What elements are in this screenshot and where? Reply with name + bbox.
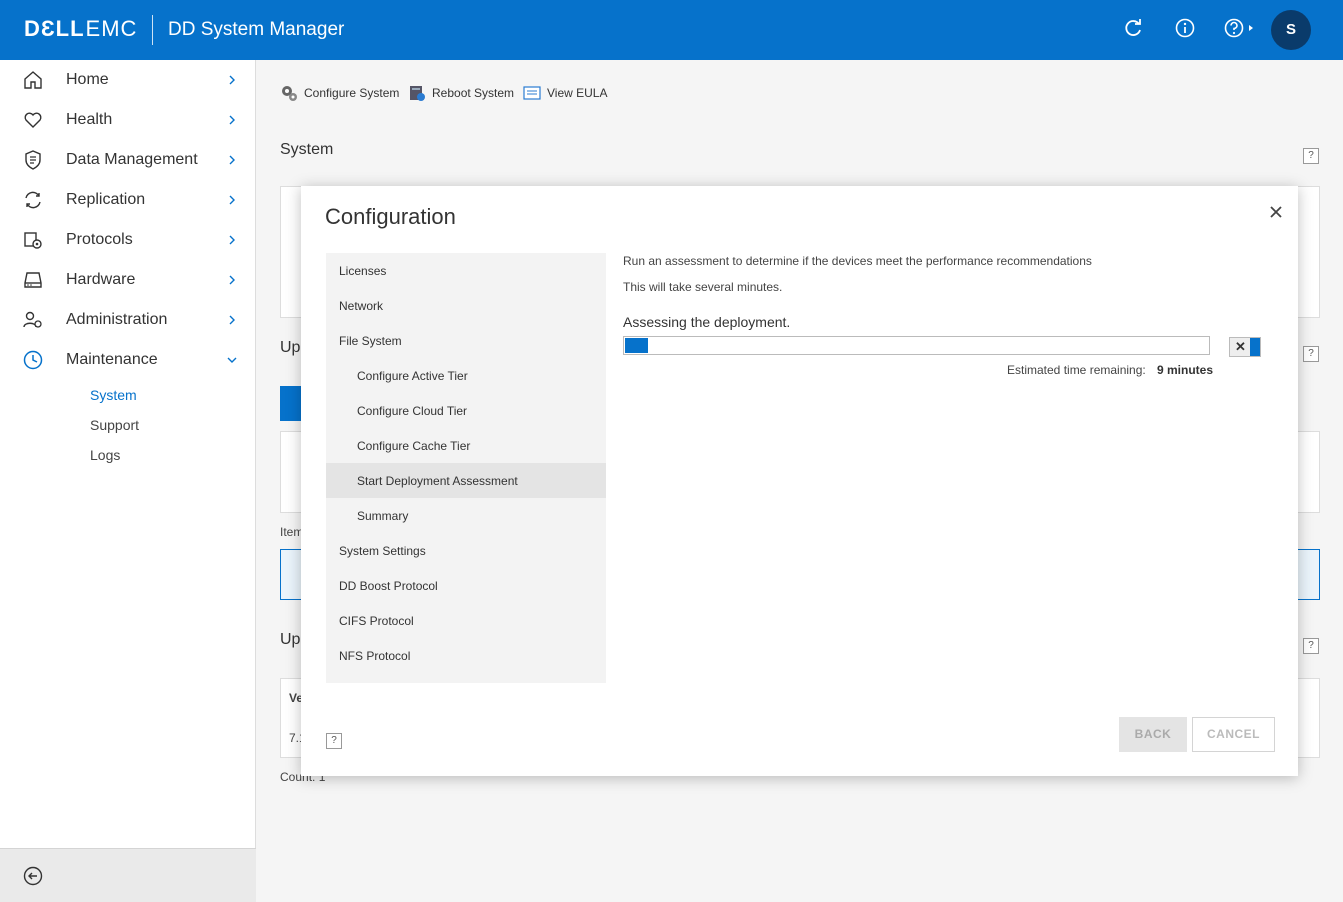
chevron-right-icon (229, 75, 235, 85)
step-configure-cloud-tier[interactable]: Configure Cloud Tier (326, 393, 606, 428)
step-cifs-protocol[interactable]: CIFS Protocol (326, 603, 606, 638)
assessing-label: Assessing the deployment. (623, 314, 791, 330)
refresh-icon (25, 191, 41, 209)
logo-divider (152, 15, 153, 45)
step-configure-cache-tier[interactable]: Configure Cache Tier (326, 428, 606, 463)
system-help-icon[interactable]: ? (1303, 148, 1319, 164)
nav-label-data-management: Data Management (66, 151, 198, 168)
step-network[interactable]: Network (326, 288, 606, 323)
eta-label: Estimated time remaining: (1007, 363, 1146, 377)
wizard-steps: Licenses Network File System Configure A… (326, 253, 606, 683)
top-bar: DƐLLEMC DD System Manager S (0, 0, 1343, 60)
eula-document-icon (523, 86, 541, 100)
nav-hardware[interactable]: Hardware (0, 260, 256, 300)
app-title: DD System Manager (168, 19, 345, 40)
nav-health[interactable]: Health (0, 100, 256, 140)
dell-emc-logo: DƐLLEMC (24, 16, 137, 42)
sub-item-logs[interactable]: Logs (90, 447, 120, 463)
step-summary[interactable]: Summary (326, 498, 606, 533)
nav-label-home: Home (66, 71, 109, 88)
configure-system-label: Configure System (304, 86, 400, 100)
drive-icon (24, 272, 42, 288)
heart-icon (24, 112, 42, 128)
cancel-assessment-button[interactable]: ✕ (1229, 337, 1261, 357)
nav-label-hardware: Hardware (66, 271, 136, 288)
assessment-description: Run an assessment to determine if the de… (623, 254, 1092, 268)
collapse-sidebar-icon[interactable] (23, 866, 43, 886)
sidebar-footer (0, 848, 256, 902)
reboot-system-button[interactable]: Reboot System (408, 84, 514, 102)
nav-replication[interactable]: Replication (0, 180, 256, 220)
progress-fill (625, 338, 648, 353)
step-file-system[interactable]: File System (326, 323, 606, 358)
cancel-button[interactable]: CANCEL (1192, 717, 1275, 752)
step-configure-active-tier[interactable]: Configure Active Tier (326, 358, 606, 393)
nav-data-management[interactable]: Data Management (0, 140, 256, 180)
view-eula-button[interactable]: View EULA (523, 84, 607, 102)
close-icon: ✕ (1235, 339, 1246, 354)
step-system-settings[interactable]: System Settings (326, 533, 606, 568)
home-icon (24, 71, 42, 89)
nav-label-protocols: Protocols (66, 231, 133, 248)
user-avatar[interactable]: S (1271, 10, 1311, 50)
nav-label-maintenance: Maintenance (66, 351, 158, 368)
sub-item-system[interactable]: System (90, 387, 137, 403)
protocols-icon (24, 232, 42, 249)
help-menu-icon[interactable] (1222, 17, 1260, 43)
reboot-system-label: Reboot System (432, 86, 515, 100)
step-dd-boost-protocol[interactable]: DD Boost Protocol (326, 568, 606, 603)
system-section-title: System (280, 141, 334, 158)
configuration-dialog: Configuration Licenses Network File Syst… (301, 186, 1298, 776)
chevron-right-icon (229, 115, 235, 125)
dialog-help-icon[interactable]: ? (326, 733, 342, 749)
nav-protocols[interactable]: Protocols (0, 220, 256, 260)
users-gear-icon (23, 311, 42, 328)
close-icon[interactable] (1268, 204, 1284, 220)
chevron-down-icon (227, 357, 237, 363)
dialog-title: Configuration (325, 204, 456, 229)
view-eula-label: View EULA (547, 86, 608, 100)
chevron-right-icon (229, 155, 235, 165)
step-licenses[interactable]: Licenses (326, 253, 606, 288)
back-button[interactable]: BACK (1119, 717, 1187, 752)
reboot-system-icon (410, 86, 425, 101)
chevron-right-icon (229, 195, 235, 205)
chevron-right-icon (229, 275, 235, 285)
upgrade-history-help-icon[interactable]: ? (1303, 638, 1319, 654)
info-icon[interactable] (1172, 17, 1198, 43)
configure-system-button[interactable]: Configure System (280, 84, 399, 102)
eta-value: 9 minutes (1157, 363, 1214, 377)
configure-system-icon (282, 86, 297, 101)
nav-home[interactable]: Home (0, 60, 256, 100)
refresh-icon[interactable] (1120, 17, 1146, 43)
cancel-progress-indicator (1250, 338, 1260, 356)
step-start-deployment-assessment[interactable]: Start Deployment Assessment (326, 463, 606, 498)
nav-label-health: Health (66, 111, 113, 128)
step-nfs-protocol[interactable]: NFS Protocol (326, 638, 606, 673)
logo-dell: DƐLL (24, 16, 85, 41)
sub-item-support[interactable]: Support (90, 417, 139, 433)
nav-label-administration: Administration (66, 311, 168, 328)
clock-icon (23, 350, 43, 370)
chevron-right-icon (229, 235, 235, 245)
assessment-note: This will take several minutes. (623, 280, 783, 294)
upgrade-help-icon[interactable]: ? (1303, 346, 1319, 362)
items-label: Item (280, 525, 304, 539)
chevron-right-icon (229, 315, 235, 325)
nav-maintenance[interactable]: Maintenance (0, 340, 256, 380)
logo-emc: EMC (85, 16, 138, 41)
assessment-progress-bar (623, 336, 1210, 355)
shield-icon (25, 150, 41, 170)
sidebar: Home Health Data Management Replication … (0, 60, 256, 902)
nav-administration[interactable]: Administration (0, 300, 256, 340)
nav-label-replication: Replication (66, 191, 146, 208)
